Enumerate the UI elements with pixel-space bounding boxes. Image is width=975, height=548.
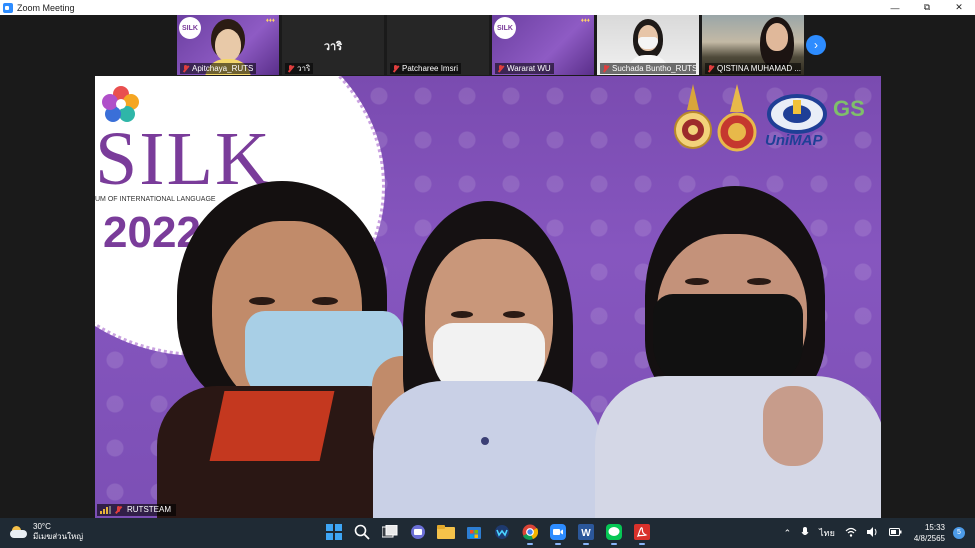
partner-logos-mini: ♦♦♦ [265, 18, 275, 24]
chevron-right-icon[interactable]: › [806, 35, 826, 55]
teams-chat-icon[interactable] [407, 521, 429, 543]
windows-taskbar: 30°C มีเมฆส่วนใหญ่ W ⌃ ไทย 15:33 4/8/256… [0, 518, 975, 548]
gs-logo-text: GS [833, 96, 865, 121]
participant-thumbnail[interactable]: Suchada Buntho_RUTS [597, 15, 699, 75]
line-icon[interactable] [603, 521, 625, 545]
battery-icon[interactable] [888, 528, 902, 538]
silk-logo-mini: SILK [179, 17, 201, 39]
weather-description: มีเมฆส่วนใหญ่ [33, 532, 84, 541]
zoom-icon[interactable] [547, 521, 569, 545]
acrobat-icon[interactable] [631, 521, 653, 545]
mic-muted-icon [183, 65, 189, 72]
participant-name: Suchada Buntho_RUTS [600, 63, 696, 74]
face-mask [638, 37, 658, 49]
participant-name: QISTINA MUHAMAD ... [705, 63, 801, 74]
clock-date: 4/8/2565 [913, 534, 945, 543]
window-controls: — ⧉ ✕ [879, 0, 975, 15]
wifi-icon[interactable] [845, 527, 857, 539]
microsoft-store-icon[interactable] [463, 521, 485, 543]
participant-name: วาริ [285, 63, 314, 74]
participant-name: Apitchaya_RUTS [180, 63, 257, 74]
participant-thumbnail[interactable]: วาริ วาริ [282, 15, 384, 75]
window-title: Zoom Meeting [17, 2, 75, 13]
chrome-icon[interactable] [519, 521, 541, 545]
weather-temperature: 30°C [33, 522, 51, 531]
participant-thumbnail[interactable]: QISTINA MUHAMAD ... [702, 15, 804, 75]
university-emblem-icon [674, 84, 712, 149]
participant-face [766, 23, 788, 51]
participant-thumbnail[interactable]: Patcharee Imsri [387, 15, 489, 75]
taskbar-apps: W [323, 521, 653, 545]
task-view-icon[interactable] [379, 521, 401, 543]
mic-muted-icon [603, 65, 609, 72]
search-icon[interactable] [351, 521, 373, 543]
zoom-app-icon [3, 2, 13, 13]
system-tray: ⌃ ไทย 15:33 4/8/2565 5 [774, 518, 965, 548]
file-explorer-icon[interactable] [435, 521, 457, 543]
main-participant-name: RUTSTEAM [127, 505, 171, 514]
mic-muted-icon [393, 65, 399, 72]
mic-muted-icon [115, 505, 123, 514]
clock-time: 15:33 [924, 523, 945, 532]
close-button[interactable]: ✕ [943, 0, 975, 15]
notification-badge[interactable]: 5 [953, 527, 965, 539]
restore-button[interactable]: ⧉ [911, 0, 943, 15]
word-alt-icon[interactable] [491, 521, 513, 543]
mic-muted-icon [498, 65, 504, 72]
weather-text: 30°C มีเมฆส่วนใหญ่ [33, 522, 83, 542]
unimap-logo-text: UniMAP [765, 132, 823, 149]
chevron-up-icon[interactable]: ⌃ [784, 528, 792, 539]
participant-face [215, 29, 241, 61]
connection-signal-icon [100, 506, 111, 514]
window-titlebar: Zoom Meeting — ⧉ ✕ [0, 0, 975, 15]
participant-name: Wararat WU [495, 63, 554, 74]
rajamangala-emblem-icon [717, 84, 757, 152]
main-video: SILK UM OF INTERNATIONAL LANGUAGE 2022 U… [95, 76, 881, 518]
windows-start-icon[interactable] [323, 521, 345, 543]
partly-cloudy-icon [10, 526, 28, 538]
weather-widget[interactable]: 30°C มีเมฆส่วนใหญ่ [10, 522, 83, 542]
volume-icon[interactable] [866, 527, 879, 539]
participant-person-right [595, 186, 881, 518]
svg-text:W: W [581, 528, 591, 539]
participant-thumbnail[interactable]: SILK ♦♦♦ Wararat WU [492, 15, 594, 75]
input-language[interactable]: ไทย [819, 526, 835, 540]
word-icon[interactable]: W [575, 521, 597, 545]
mic-muted-icon [288, 65, 294, 72]
microphone-icon[interactable] [801, 526, 809, 540]
taskbar-clock[interactable]: 15:33 4/8/2565 [914, 522, 945, 544]
minimize-button[interactable]: — [879, 0, 911, 15]
mic-muted-icon [708, 65, 714, 72]
meeting-area: SILK ♦♦♦ Apitchaya_RUTS วาริ วาริ Patcha… [0, 15, 975, 518]
participant-name: Patcharee Imsri [390, 63, 462, 74]
participant-display-name: วาริ [323, 41, 343, 53]
silk-logo-mini: SILK [494, 17, 516, 39]
participant-person-middle [373, 201, 603, 518]
participant-thumbnail[interactable]: SILK ♦♦♦ Apitchaya_RUTS [177, 15, 279, 75]
main-participant-label: RUTSTEAM [97, 504, 176, 516]
partner-logos-mini: ♦♦♦ [580, 18, 590, 24]
participant-strip: SILK ♦♦♦ Apitchaya_RUTS วาริ วาริ Patcha… [177, 15, 807, 75]
